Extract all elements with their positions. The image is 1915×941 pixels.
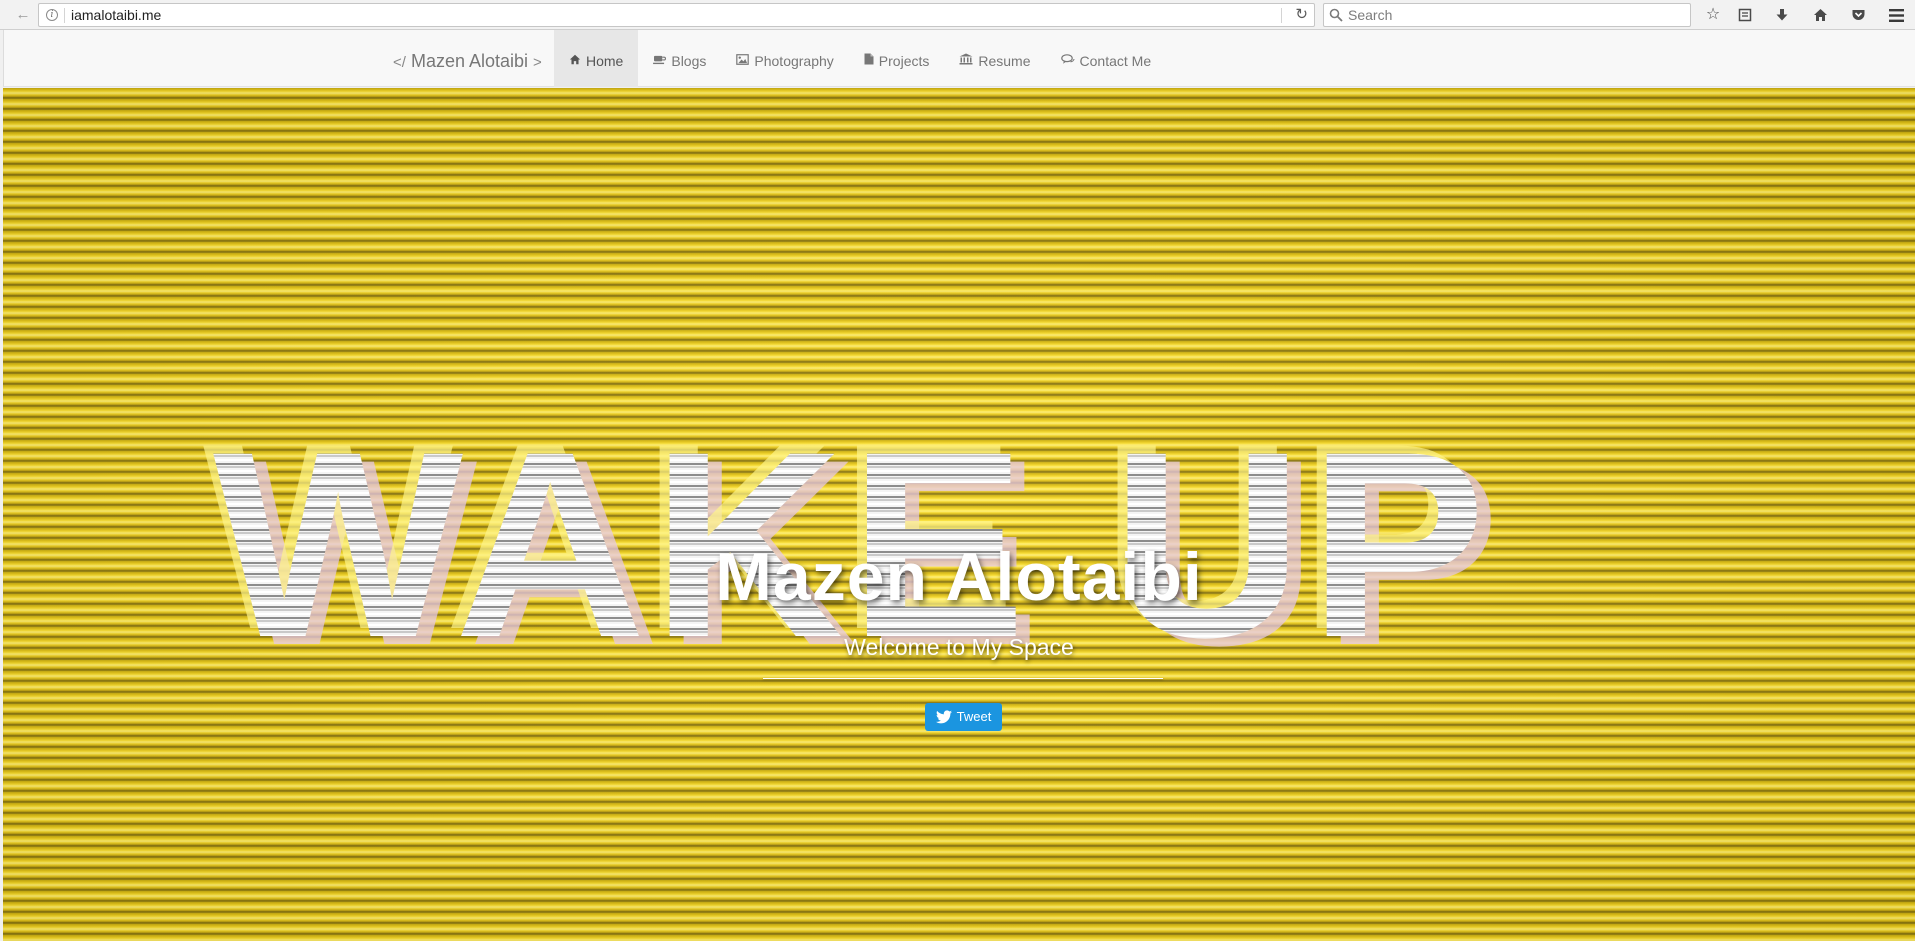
institution-icon xyxy=(959,30,973,92)
url-text[interactable]: iamalotaibi.me xyxy=(71,7,161,23)
brand-prefix: </ xyxy=(393,54,406,71)
navbar-brand[interactable]: </ Mazen Alotaibi > xyxy=(393,30,542,87)
site-info-icon[interactable]: i xyxy=(46,9,58,21)
hero-subtitle: Welcome to My Space xyxy=(844,634,1074,660)
twitter-bird-icon xyxy=(935,710,952,724)
download-arrow-icon[interactable] xyxy=(1771,4,1793,26)
browser-toolbar: ← i iamalotaibi.me ↻ ☆ xyxy=(0,0,1915,30)
nav-item-home[interactable]: Home xyxy=(554,30,639,87)
nav-item-label: Resume xyxy=(978,52,1031,69)
tweet-button[interactable]: Tweet xyxy=(925,703,1002,731)
nav-item-photography[interactable]: Photography xyxy=(721,30,848,87)
hero-section: WAKE UP WAKE UP WAKE UP Mazen Alotaibi W… xyxy=(3,88,1915,941)
home-icon xyxy=(569,30,581,92)
url-separator xyxy=(64,8,65,23)
bookmark-star-icon[interactable]: ☆ xyxy=(1702,4,1724,26)
nav-menu: Home Blogs Photography Projects Resume C… xyxy=(554,30,1166,87)
nav-item-projects[interactable]: Projects xyxy=(849,30,945,87)
file-icon xyxy=(864,30,874,92)
browser-search-input[interactable] xyxy=(1348,6,1678,24)
nav-item-resume[interactable]: Resume xyxy=(944,30,1045,87)
nav-item-blogs[interactable]: Blogs xyxy=(638,30,721,87)
coffee-icon xyxy=(653,30,667,92)
hero-title: Mazen Alotaibi xyxy=(715,539,1203,615)
address-bar[interactable]: i iamalotaibi.me ↻ xyxy=(38,3,1315,27)
nav-item-contact[interactable]: Contact Me xyxy=(1046,30,1167,87)
tweet-label: Tweet xyxy=(956,709,992,724)
hero-content: Mazen Alotaibi Welcome to My Space Tweet xyxy=(3,88,1915,941)
pocket-icon[interactable] xyxy=(1847,4,1869,26)
nav-item-label: Home xyxy=(586,52,624,69)
nav-item-label: Blogs xyxy=(671,52,707,69)
hamburger-menu-icon[interactable] xyxy=(1885,4,1907,26)
reload-icon[interactable]: ↻ xyxy=(1295,5,1308,25)
brand-suffix: > xyxy=(533,54,542,71)
browser-search-box[interactable] xyxy=(1323,3,1691,27)
reload-separator xyxy=(1281,8,1282,23)
nav-item-label: Contact Me xyxy=(1079,52,1152,69)
brand-label: Mazen Alotaibi xyxy=(410,51,529,71)
chat-icon xyxy=(1060,30,1075,92)
nav-item-label: Projects xyxy=(878,52,930,69)
hero-divider xyxy=(763,678,1163,679)
photo-icon xyxy=(736,30,750,92)
nav-item-label: Photography xyxy=(754,52,834,69)
home-icon[interactable] xyxy=(1809,4,1831,26)
site-navbar: </ Mazen Alotaibi > Home Blogs Photograp… xyxy=(3,30,1915,87)
search-icon xyxy=(1329,8,1343,22)
reading-list-icon[interactable] xyxy=(1734,4,1756,26)
back-arrow-icon[interactable]: ← xyxy=(12,4,34,26)
